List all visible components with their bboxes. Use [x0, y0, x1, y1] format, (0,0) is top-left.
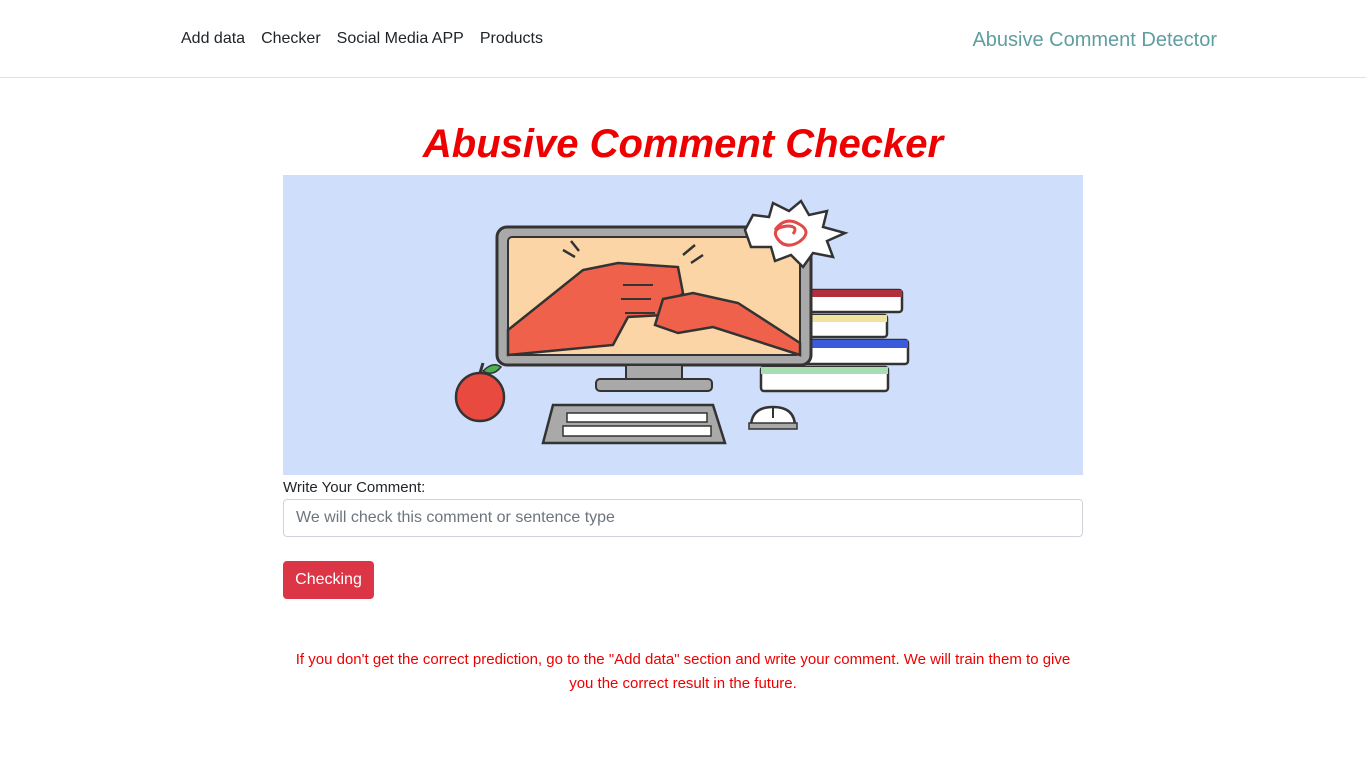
- comment-label: Write Your Comment:: [283, 479, 426, 496]
- nav-link-checker[interactable]: Checker: [261, 29, 321, 49]
- nav-links: Add data Checker Social Media APP Produc…: [181, 29, 559, 49]
- nav-link-social-media-app[interactable]: Social Media APP: [337, 29, 464, 49]
- info-text: If you don't get the correct prediction,…: [295, 651, 1071, 692]
- brand-link[interactable]: Abusive Comment Detector: [972, 28, 1217, 52]
- nav-link-add-data[interactable]: Add data: [181, 29, 245, 49]
- monitor-icon: [495, 225, 813, 392]
- hero-illustration: [283, 175, 1083, 475]
- apple-icon: [454, 362, 506, 423]
- comment-input[interactable]: [283, 499, 1083, 537]
- navbar: Add data Checker Social Media APP Produc…: [0, 0, 1366, 78]
- keyboard-icon: [541, 403, 727, 445]
- checking-button[interactable]: Checking: [283, 561, 374, 599]
- page-title: Abusive Comment Checker: [422, 122, 944, 166]
- mouse-icon: [748, 405, 798, 430]
- nav-link-products[interactable]: Products: [480, 29, 543, 49]
